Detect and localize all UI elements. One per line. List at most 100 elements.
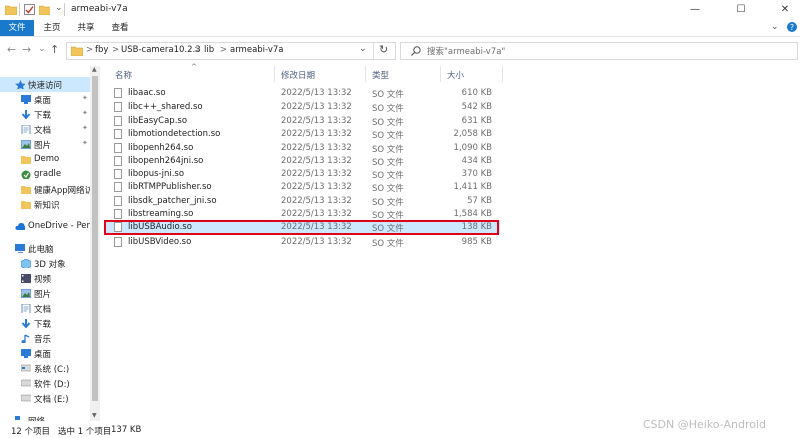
sidebar-item-demo[interactable]: Demo <box>0 152 90 167</box>
drive-icon <box>21 364 31 372</box>
expand-ribbon-icon[interactable]: ⌄ <box>771 22 779 32</box>
properties-icon[interactable] <box>24 4 35 15</box>
file-icon <box>114 116 122 126</box>
scrollbar-thumb[interactable] <box>92 76 98 401</box>
sidebar-item-label: gradle <box>34 169 62 179</box>
breadcrumb-usb-camera[interactable]: USB-camera10.2.3 <box>121 45 201 55</box>
pin-icon: ✦ <box>82 109 88 117</box>
cloud-icon <box>15 222 25 230</box>
file-date: 2022/5/13 13:32 <box>281 237 352 247</box>
search-icon <box>411 46 421 56</box>
file-name: libopus-jni.so <box>128 169 185 179</box>
minimize-button[interactable]: — <box>680 0 710 20</box>
table-row[interactable]: libEasyCap.so 2022/5/13 13:32 SO 文件 631 … <box>106 115 500 128</box>
sidebar-item-gradle[interactable]: gradle <box>0 167 90 182</box>
sidebar-item-videos[interactable]: 视频 <box>0 271 90 286</box>
table-row[interactable]: libsdk_patcher_jni.so 2022/5/13 13:32 SO… <box>106 195 500 208</box>
table-row[interactable]: libaac.so 2022/5/13 13:32 SO 文件 610 KB <box>106 87 500 100</box>
sidebar-item-drive-c[interactable]: 系统 (C:) <box>0 361 90 376</box>
help-icon[interactable]: ? <box>787 22 797 32</box>
sidebar-item-desktop[interactable]: 桌面 ✦ <box>0 92 90 107</box>
sidebar-item-music[interactable]: 音乐 <box>0 331 90 346</box>
sidebar-item-quick-access[interactable]: 快速访问 <box>0 77 90 92</box>
table-row[interactable]: libmotiondetection.so 2022/5/13 13:32 SO… <box>106 128 500 141</box>
tab-file[interactable]: 文件 <box>0 20 34 36</box>
recent-locations-button[interactable]: ⌄ <box>38 44 46 54</box>
breadcrumb-fby[interactable]: fby <box>95 45 108 55</box>
close-button[interactable]: ✕ <box>770 0 800 20</box>
file-icon <box>114 169 122 179</box>
sidebar-item-network[interactable]: 网络 <box>0 413 90 421</box>
sidebar-item-new-knowledge[interactable]: 新知识 <box>0 197 90 212</box>
table-row[interactable]: libopenh264jni.so 2022/5/13 13:32 SO 文件 … <box>106 155 500 168</box>
address-dropdown-icon[interactable]: ⌄ <box>359 44 367 54</box>
file-date: 2022/5/13 13:32 <box>281 102 352 112</box>
file-date: 2022/5/13 13:32 <box>281 116 352 126</box>
column-separator[interactable] <box>365 66 366 82</box>
sidebar-item-pictures[interactable]: 图片 ✦ <box>0 137 90 152</box>
sidebar-item-label: 音乐 <box>34 335 52 345</box>
file-size: 57 KB <box>467 196 492 206</box>
sidebar-item-pictures[interactable]: 图片 <box>0 286 90 301</box>
file-name: libc++_shared.so <box>128 102 203 112</box>
sidebar-item-label: 桌面 <box>34 96 52 106</box>
sidebar-item-label: 此电脑 <box>28 245 54 255</box>
column-date[interactable]: 修改日期 <box>281 69 315 81</box>
sidebar-item-documents[interactable]: 文档 <box>0 301 90 316</box>
file-type: SO 文件 <box>372 171 404 181</box>
navigation-pane: 快速访问 桌面 ✦ 下载 ✦ 文档 ✦ 图片 ✦ Demo gradle 健康A… <box>0 66 90 421</box>
customize-quick-access-icon[interactable]: ⌄ <box>55 3 63 13</box>
search-box[interactable]: 搜索"armeabi-v7a" <box>400 42 798 60</box>
up-button[interactable]: ↑ <box>50 43 59 56</box>
sidebar-item-desktop[interactable]: 桌面 <box>0 346 90 361</box>
scroll-down-icon[interactable]: ▼ <box>92 412 97 419</box>
file-date: 2022/5/13 13:32 <box>281 209 352 219</box>
computer-icon <box>15 244 25 253</box>
breadcrumb-lib[interactable]: lib <box>204 45 214 55</box>
sidebar-item-drive-e[interactable]: 文档 (E:) <box>0 391 90 406</box>
search-input[interactable]: 搜索"armeabi-v7a" <box>427 45 505 57</box>
table-row[interactable]: libUSBVideo.so 2022/5/13 13:32 SO 文件 985… <box>106 236 500 249</box>
column-type[interactable]: 类型 <box>372 69 389 81</box>
address-bar[interactable]: > fby > USB-camera10.2.3 > lib > armeabi… <box>66 42 396 60</box>
sidebar-item-documents[interactable]: 文档 ✦ <box>0 122 90 137</box>
file-type: SO 文件 <box>372 104 404 114</box>
sidebar-item-this-pc[interactable]: 此电脑 <box>0 241 90 256</box>
pictures-icon <box>21 140 31 149</box>
scroll-up-icon[interactable]: ▲ <box>92 66 97 73</box>
new-folder-icon[interactable] <box>39 4 50 15</box>
tab-view[interactable]: 查看 <box>105 20 135 36</box>
sidebar-item-drive-d[interactable]: 软件 (D:) <box>0 376 90 391</box>
breadcrumb-armeabi-v7a[interactable]: armeabi-v7a <box>230 45 284 55</box>
ribbon: 文件 主页 共享 查看 ⌄ ? <box>0 20 800 37</box>
drive-icon <box>21 394 31 402</box>
breadcrumb-separator: > <box>220 45 228 55</box>
back-button[interactable]: ← <box>7 43 16 56</box>
column-separator[interactable] <box>440 66 441 82</box>
column-size[interactable]: 大小 <box>447 69 464 81</box>
table-row[interactable]: libc++_shared.so 2022/5/13 13:32 SO 文件 5… <box>106 101 500 114</box>
item-count: 12 个项目 <box>11 427 51 437</box>
sidebar-item-3d-objects[interactable]: 3D 对象 <box>0 256 90 271</box>
maximize-button[interactable]: ☐ <box>726 0 756 20</box>
sidebar-item-label: 软件 (D:) <box>34 380 70 390</box>
table-row[interactable]: libopus-jni.so 2022/5/13 13:32 SO 文件 370… <box>106 168 500 181</box>
desktop-icon <box>21 95 31 104</box>
highlight-annotation <box>104 220 499 235</box>
download-icon <box>21 319 31 328</box>
column-separator[interactable] <box>502 66 503 82</box>
table-row[interactable]: libRTMPPublisher.so 2022/5/13 13:32 SO 文… <box>106 181 500 194</box>
tab-home[interactable]: 主页 <box>37 20 67 36</box>
file-type: SO 文件 <box>372 198 404 208</box>
column-separator[interactable] <box>274 66 275 82</box>
sidebar-item-health-app[interactable]: 健康App网络访 <box>0 182 90 197</box>
column-name[interactable]: 名称 <box>115 69 132 81</box>
pin-icon: ✦ <box>82 139 88 147</box>
refresh-button[interactable]: ↻ <box>379 43 388 56</box>
table-row[interactable]: libopenh264.so 2022/5/13 13:32 SO 文件 1,0… <box>106 142 500 155</box>
forward-button[interactable]: → <box>22 43 31 56</box>
sidebar-item-download[interactable]: 下载 <box>0 316 90 331</box>
tab-share[interactable]: 共享 <box>71 20 101 36</box>
sidebar-item-onedrive[interactable]: OneDrive - Perso <box>0 219 90 234</box>
sidebar-item-download[interactable]: 下载 ✦ <box>0 107 90 122</box>
